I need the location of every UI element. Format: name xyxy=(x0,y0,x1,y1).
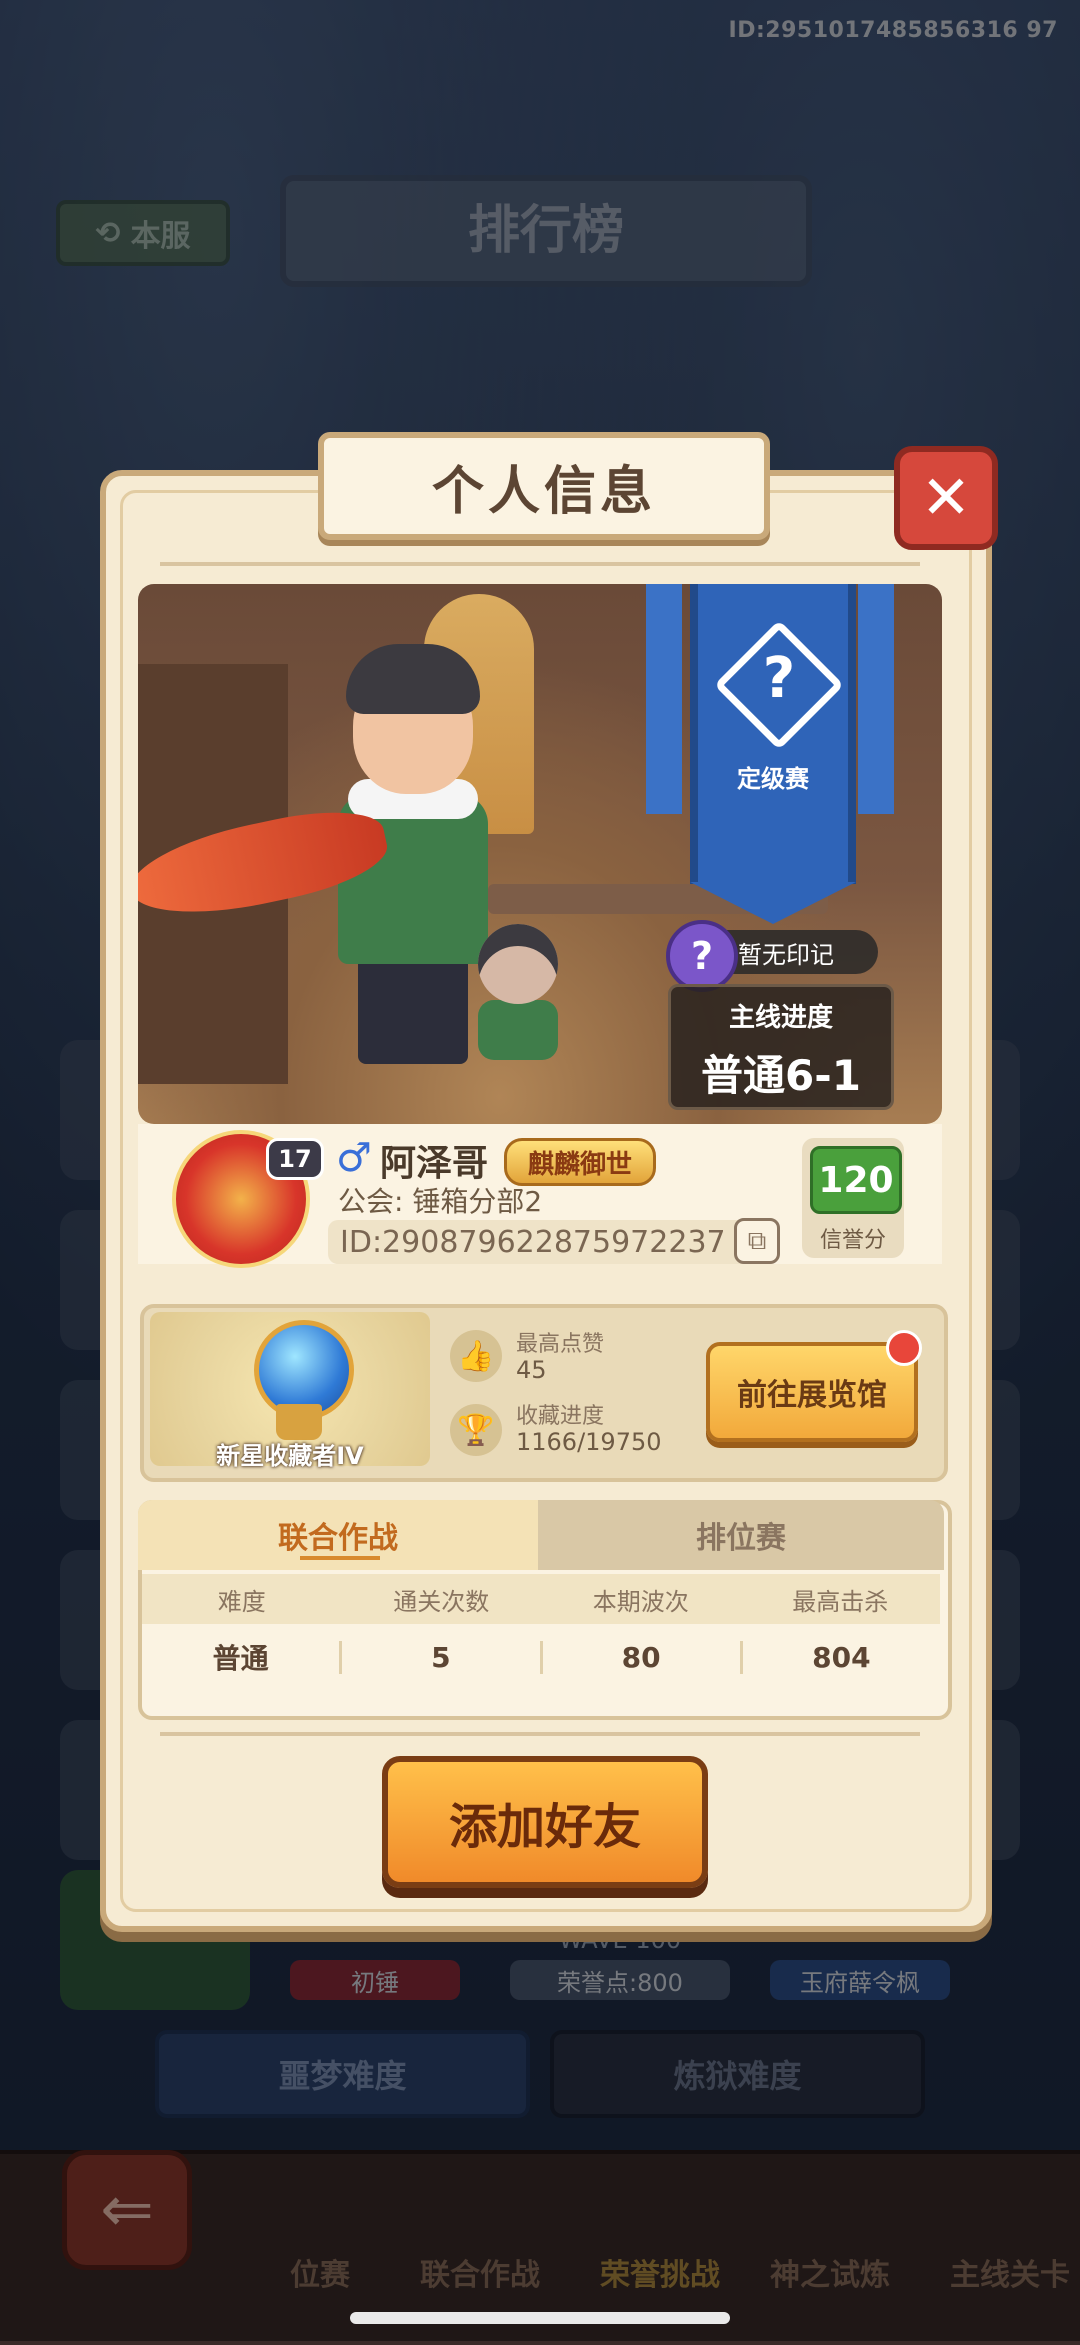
level-badge: 17 xyxy=(266,1138,324,1180)
question-icon[interactable]: ? xyxy=(666,920,738,992)
cell-waves: 80 xyxy=(539,1640,740,1674)
main-progress-value: 普通6-1 xyxy=(701,1051,861,1100)
dialog-title: 个人信息 xyxy=(318,432,770,540)
close-icon: ✕ xyxy=(920,463,972,533)
player-name: 阿泽哥 xyxy=(380,1143,489,1184)
notification-dot xyxy=(886,1330,922,1366)
credit-label: 信誉分 xyxy=(819,1228,886,1253)
table-header: 难度 通关次数 本期波次 最高击杀 xyxy=(142,1574,940,1624)
cell-kills: 804 xyxy=(739,1640,940,1674)
collection-progress-label: 收藏进度 xyxy=(516,1404,605,1429)
main-progress-label: 主线进度 xyxy=(728,1003,833,1033)
credit-score: 120 xyxy=(810,1146,902,1214)
header-waves: 本期波次 xyxy=(592,1587,689,1616)
max-likes-label: 最高点赞 xyxy=(516,1332,605,1357)
close-button[interactable]: ✕ xyxy=(894,446,998,550)
exhibit-button[interactable]: 前往展览馆 xyxy=(706,1342,918,1442)
guild-name: 公会: 锤箱分部2 xyxy=(338,1185,543,1218)
thumbs-up-icon: 👍 xyxy=(450,1330,502,1382)
player-id: ID:290879622875972237 xyxy=(328,1220,758,1264)
tab-ranked[interactable]: 排位赛 xyxy=(538,1500,944,1570)
header-kills: 最高击杀 xyxy=(792,1587,889,1616)
cell-difficulty: 普通 xyxy=(212,1642,269,1675)
add-friend-button[interactable]: 添加好友 xyxy=(382,1756,708,1888)
copy-icon[interactable]: ⧉ xyxy=(734,1218,780,1264)
divider xyxy=(160,562,920,566)
male-icon: ♂ xyxy=(336,1135,372,1181)
tab-indicator xyxy=(300,1556,380,1560)
title-badge: 麒麟御世 xyxy=(504,1138,656,1186)
collector-title: 新星收藏者IV xyxy=(216,1442,364,1470)
rank-badge-label: 定级赛 xyxy=(737,765,809,793)
divider xyxy=(160,1732,920,1736)
header-clears: 通关次数 xyxy=(393,1587,490,1616)
trophy-small-icon: 🏆 xyxy=(450,1404,502,1456)
hero-scene: ? 定级赛 暂无印记 ? 主线进度 普通6-1 xyxy=(138,584,942,1124)
main-progress-box: 主线进度 普通6-1 xyxy=(668,984,894,1110)
max-likes-value: 45 xyxy=(516,1356,547,1384)
header-difficulty: 难度 xyxy=(217,1587,266,1616)
pet-character xyxy=(468,924,568,1074)
collection-progress-value: 1166/19750 xyxy=(516,1428,662,1456)
home-indicator[interactable] xyxy=(350,2312,730,2324)
cell-clears: 5 xyxy=(339,1640,539,1674)
table-row: 普通 5 80 804 xyxy=(142,1626,940,1688)
